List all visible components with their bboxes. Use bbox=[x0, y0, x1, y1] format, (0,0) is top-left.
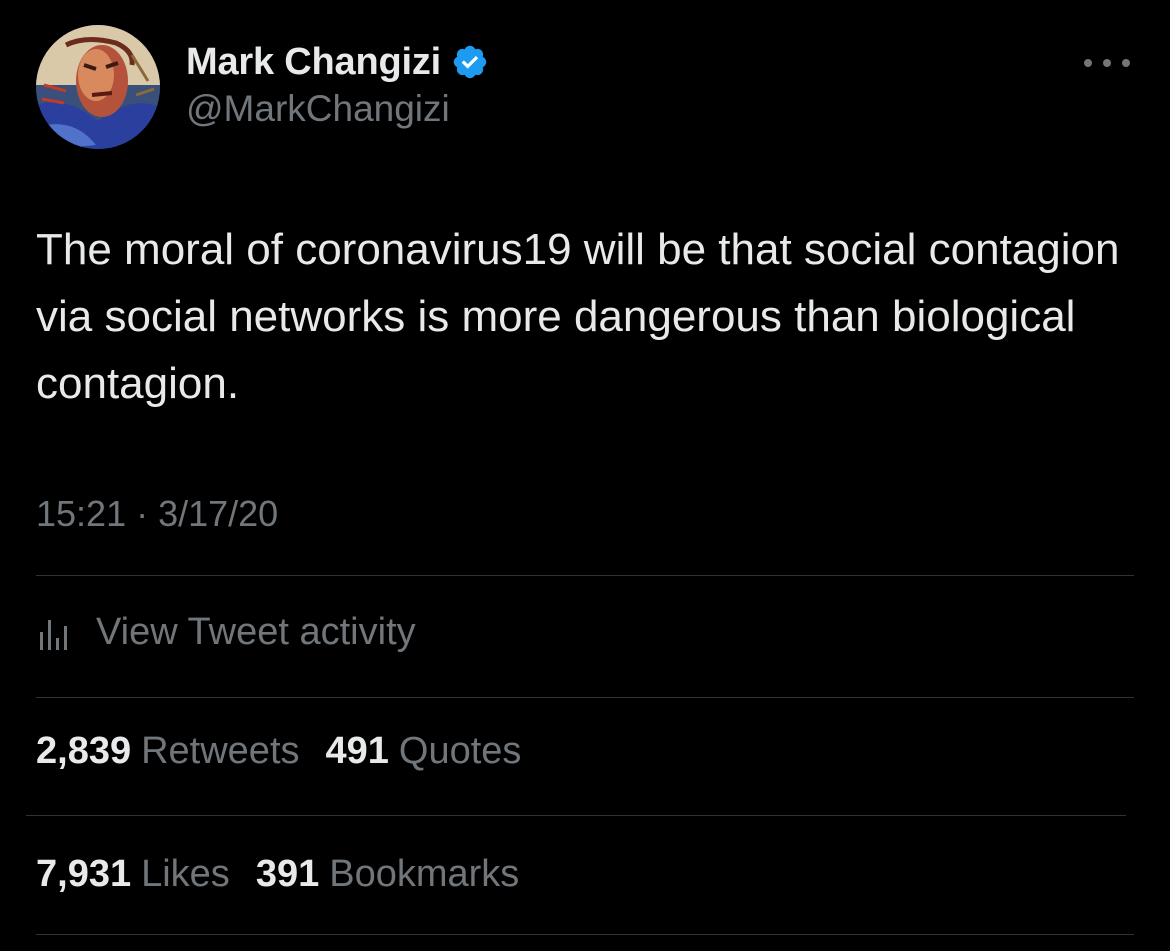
retweets-count: 2,839 bbox=[36, 730, 132, 772]
bookmarks-label: Bookmarks bbox=[329, 853, 520, 895]
engagement-stats-row: 2,839 Retweets 491 Quotes bbox=[36, 730, 521, 773]
tweet-detail: Mark Changizi @MarkChangizi The moral of… bbox=[0, 0, 1170, 951]
more-options-icon[interactable] bbox=[1084, 48, 1130, 78]
divider bbox=[36, 934, 1134, 935]
author-handle[interactable]: @MarkChangizi bbox=[186, 88, 450, 130]
avatar-portrait-image bbox=[36, 25, 160, 149]
view-tweet-activity-label: View Tweet activity bbox=[96, 610, 416, 653]
verified-badge-icon[interactable] bbox=[451, 43, 489, 81]
bookmarks-stat[interactable]: 391 Bookmarks bbox=[256, 853, 519, 896]
quotes-label: Quotes bbox=[398, 730, 522, 772]
bookmarks-count: 391 bbox=[255, 853, 320, 895]
author-name-row: Mark Changizi bbox=[186, 38, 489, 86]
quotes-stat[interactable]: 491 Quotes bbox=[326, 730, 522, 773]
quotes-count: 491 bbox=[325, 730, 389, 772]
divider bbox=[36, 575, 1134, 576]
author-display-name[interactable]: Mark Changizi bbox=[186, 41, 441, 84]
divider bbox=[36, 697, 1134, 698]
likes-count: 7,931 bbox=[36, 853, 132, 895]
more-dot bbox=[1122, 59, 1130, 67]
likes-stat[interactable]: 7,931 Likes bbox=[36, 853, 230, 896]
retweets-stat[interactable]: 2,839 Retweets bbox=[36, 730, 300, 773]
tweet-text: The moral of coronavirus19 will be that … bbox=[36, 225, 1120, 408]
divider bbox=[26, 815, 1126, 816]
avatar[interactable] bbox=[36, 25, 160, 149]
likes-label: Likes bbox=[141, 853, 230, 895]
engagement-stats-row: 7,931 Likes 391 Bookmarks bbox=[36, 853, 519, 896]
more-dot bbox=[1103, 59, 1111, 67]
more-dot bbox=[1084, 59, 1092, 67]
bar-chart-icon bbox=[40, 620, 67, 650]
retweets-label: Retweets bbox=[141, 730, 300, 772]
tweet-timestamp[interactable]: 15:21 · 3/17/20 bbox=[36, 493, 278, 535]
view-tweet-activity-button[interactable]: View Tweet activity bbox=[36, 604, 416, 660]
